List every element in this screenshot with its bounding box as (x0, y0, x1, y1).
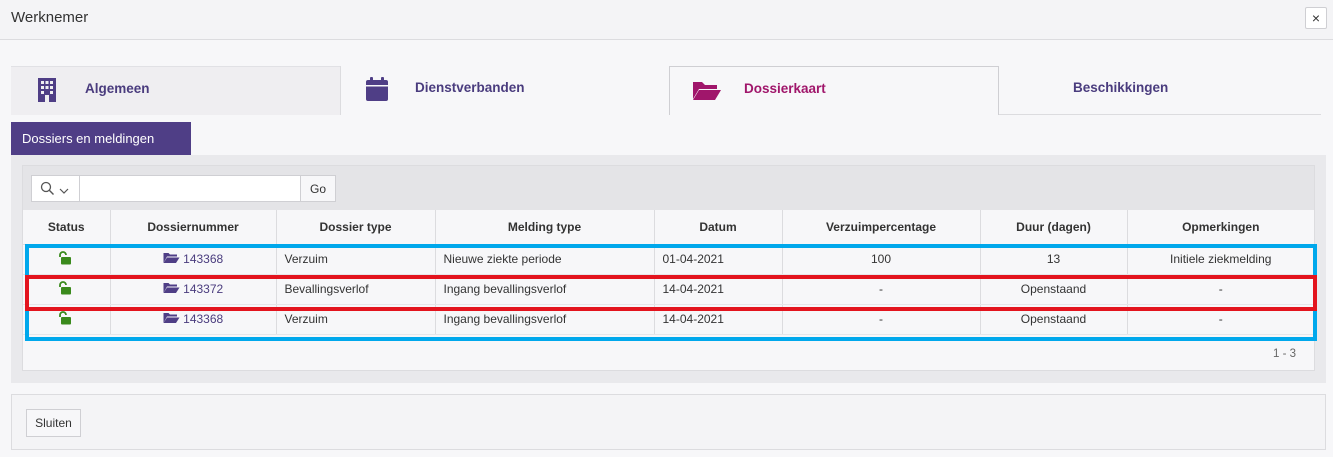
go-button[interactable]: Go (300, 175, 336, 202)
column-header-status[interactable]: Status (23, 210, 111, 245)
pager-info: 1 - 3 (1273, 348, 1297, 360)
sluiten-button[interactable]: Sluiten (26, 409, 81, 437)
dossiers-panel: Go Status Dossiernummer Dossier type Mel… (11, 155, 1326, 383)
dossiers-grid-container: Go Status Dossiernummer Dossier type Mel… (22, 165, 1315, 371)
dossiernummer-cell[interactable]: 143368 (110, 304, 277, 335)
datum-cell: 01-04-2021 (654, 244, 783, 275)
dialog-footer: Sluiten (11, 394, 1326, 450)
column-header-melding-type[interactable]: Melding type (435, 210, 655, 245)
search-icon (40, 181, 55, 199)
opmerkingen-cell: - (1127, 304, 1314, 335)
tab-beschikkingen-label: Beschikkingen (1073, 80, 1169, 95)
column-header-dossier-type[interactable]: Dossier type (276, 210, 436, 245)
duur-cell: 13 (980, 244, 1128, 275)
unlock-icon (59, 250, 73, 268)
dossiernummer-link[interactable]: 143368 (183, 312, 223, 326)
column-header-opmerkingen[interactable]: Opmerkingen (1127, 210, 1314, 245)
window-title: Werknemer (11, 9, 89, 26)
dossier-type-cell: Verzuim (276, 244, 436, 275)
status-cell (23, 304, 111, 335)
verzuimpercentage-cell: - (782, 274, 981, 305)
column-header-dossiernummer[interactable]: Dossiernummer (110, 210, 277, 245)
duur-cell: Openstaand (980, 304, 1128, 335)
datum-cell: 14-04-2021 (654, 274, 783, 305)
duur-cell: Openstaand (980, 274, 1128, 305)
status-cell (23, 274, 111, 305)
table-row[interactable]: 143368 Verzuim Ingang bevallingsverlof 1… (23, 304, 1314, 335)
search-options-dropdown[interactable] (31, 175, 79, 202)
close-window-button[interactable]: × (1305, 7, 1327, 29)
tab-dossierkaart[interactable]: Dossierkaart (669, 66, 999, 115)
folder-open-icon (692, 79, 722, 104)
table-row[interactable]: 143368 Verzuim Nieuwe ziekte periode 01-… (23, 244, 1314, 275)
building-icon (36, 77, 58, 106)
search-toolbar: Go (23, 166, 1314, 210)
dossiernummer-cell[interactable]: 143372 (110, 274, 277, 305)
dossiernummer-link[interactable]: 143372 (183, 282, 223, 296)
tab-dienstverbanden-label: Dienstverbanden (415, 80, 525, 95)
dossier-type-cell: Bevallingsverlof (276, 274, 436, 305)
opmerkingen-cell: Initiele ziekmelding (1127, 244, 1314, 275)
window-titlebar: Werknemer × (0, 0, 1333, 40)
dossier-type-cell: Verzuim (276, 304, 436, 335)
tab-dienstverbanden[interactable]: Dienstverbanden (340, 66, 669, 115)
tab-algemeen-label: Algemeen (85, 81, 150, 96)
verzuimpercentage-cell: 100 (782, 244, 981, 275)
verzuimpercentage-cell: - (782, 304, 981, 335)
melding-type-cell: Ingang bevallingsverlof (435, 274, 655, 305)
tab-algemeen[interactable]: Algemeen (11, 66, 340, 115)
unlock-icon (59, 280, 73, 298)
column-header-datum[interactable]: Datum (654, 210, 783, 245)
folder-open-icon (163, 312, 180, 326)
folder-open-icon (163, 252, 180, 266)
tab-dossierkaart-label: Dossierkaart (744, 81, 826, 96)
folder-open-icon (163, 282, 180, 296)
subtab-dossiers-en-meldingen[interactable]: Dossiers en meldingen (11, 122, 191, 155)
dossiernummer-cell[interactable]: 143368 (110, 244, 277, 275)
status-cell (23, 244, 111, 275)
column-header-duur[interactable]: Duur (dagen) (980, 210, 1128, 245)
table-header-row: Status Dossiernummer Dossier type Meldin… (23, 210, 1314, 245)
dossiers-table: Status Dossiernummer Dossier type Meldin… (23, 210, 1314, 335)
table-row[interactable]: 143372 Bevallingsverlof Ingang bevalling… (23, 274, 1314, 305)
tab-beschikkingen[interactable]: Beschikkingen (999, 66, 1321, 115)
chevron-down-icon (59, 184, 69, 198)
melding-type-cell: Nieuwe ziekte periode (435, 244, 655, 275)
search-input[interactable] (79, 175, 301, 202)
tab-bar: Algemeen Dienstverbanden Dossierkaart Be… (11, 66, 1321, 115)
melding-type-cell: Ingang bevallingsverlof (435, 304, 655, 335)
datum-cell: 14-04-2021 (654, 304, 783, 335)
unlock-icon (59, 310, 73, 328)
column-header-verzuimpercentage[interactable]: Verzuimpercentage (782, 210, 981, 245)
opmerkingen-cell: - (1127, 274, 1314, 305)
calendar-icon (365, 76, 389, 105)
dossiernummer-link[interactable]: 143368 (183, 252, 223, 266)
